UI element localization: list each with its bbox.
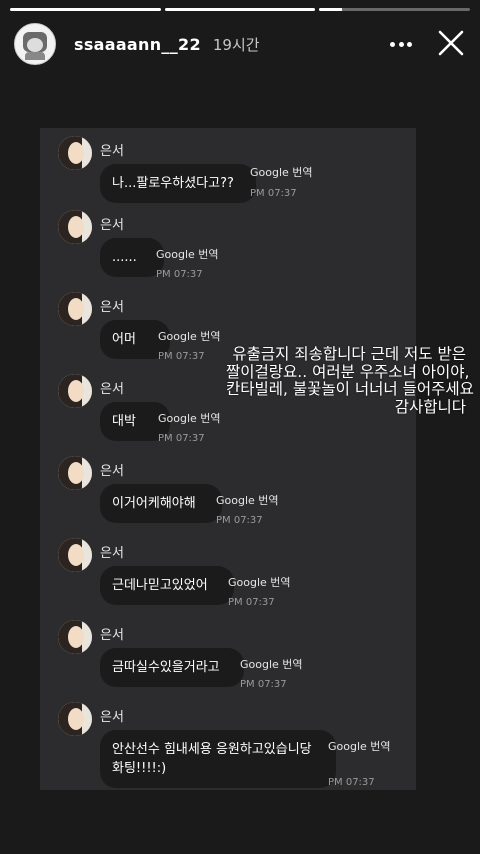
profile-photo[interactable] [58, 538, 92, 572]
progress-fill [319, 8, 342, 11]
profile-photo[interactable] [58, 702, 92, 736]
more-dots-icon[interactable] [390, 34, 412, 54]
sender-name: 은서 [100, 382, 124, 397]
message-bubble[interactable]: 안산선수 힘내세용 응원하고있습니당 화팅!!!!:) [100, 730, 336, 788]
close-icon[interactable] [436, 28, 466, 58]
progress-fill [164, 8, 316, 11]
google-translate-link[interactable]: Google 번역 [216, 492, 279, 508]
message-timestamp: PM 07:37 [158, 433, 205, 444]
sender-name: 은서 [100, 464, 124, 479]
profile-photo[interactable] [58, 374, 92, 408]
message-timestamp: PM 07:37 [328, 777, 375, 788]
story-header: ssaaaann__22 19시간 [14, 22, 466, 66]
message-timestamp: PM 07:37 [240, 679, 287, 690]
profile-photo[interactable] [58, 292, 92, 326]
profile-photo[interactable] [58, 136, 92, 170]
profile-photo[interactable] [58, 210, 92, 244]
progress-segment [319, 8, 471, 11]
profile-photo[interactable] [58, 620, 92, 654]
message-bubble[interactable]: 나...팔로우하셨다고?? [100, 164, 256, 203]
google-translate-link[interactable]: Google 번역 [158, 410, 221, 426]
google-translate-link[interactable]: Google 번역 [228, 574, 291, 590]
message-bubble[interactable]: 근데나믿고있었어 [100, 566, 234, 605]
username[interactable]: ssaaaann__22 [74, 35, 201, 54]
message-timestamp: PM 07:37 [158, 351, 205, 362]
sender-name: 은서 [100, 144, 124, 159]
message-timestamp: PM 07:37 [156, 269, 203, 280]
avatar-shape [25, 52, 45, 60]
sender-name: 은서 [100, 546, 124, 561]
google-translate-link[interactable]: Google 번역 [158, 328, 221, 344]
progress-fill [10, 8, 161, 11]
progress-segment [164, 8, 316, 11]
profile-photo[interactable] [58, 456, 92, 490]
sender-name: 은서 [100, 710, 124, 725]
message-timestamp: PM 07:37 [216, 515, 263, 526]
sender-name: 은서 [100, 218, 124, 233]
story-text-overlay: 유출금지 죄송합니다 근데 저도 받은 짤이걸랑요.. 여러분 우주소녀 아이야… [226, 345, 474, 416]
avatar-shape [27, 38, 43, 52]
overlay-line: 짤이걸랑요.. 여러분 우주소녀 아이야, [226, 362, 470, 381]
message-bubble[interactable]: 이거어케해야해 [100, 484, 222, 523]
message-timestamp: PM 07:37 [228, 597, 275, 608]
message-timestamp: PM 07:37 [250, 188, 297, 199]
progress-segment [10, 8, 161, 11]
overlay-line: 칸타빌레, 불꽃놀이 너너너 들어주세요 [226, 380, 474, 398]
google-translate-link[interactable]: Google 번역 [328, 738, 391, 754]
sender-name: 은서 [100, 628, 124, 643]
google-translate-link[interactable]: Google 번역 [156, 246, 219, 262]
story-progress-bar [10, 8, 471, 11]
message-bubble[interactable]: 금따실수있을거라고 [100, 648, 244, 687]
google-translate-link[interactable]: Google 번역 [240, 656, 303, 672]
time-ago: 19시간 [212, 35, 260, 54]
google-translate-link[interactable]: Google 번역 [250, 164, 313, 180]
overlay-line: 유출금지 죄송합니다 근데 저도 받은 [232, 345, 466, 363]
chat-screenshot: 은서 나...팔로우하셨다고?? Google 번역 PM 07:37 은서......… [40, 128, 416, 790]
avatar[interactable] [14, 23, 56, 65]
message-bubble[interactable]: ...... [100, 238, 164, 277]
overlay-line: 감사합니다 [394, 397, 466, 416]
sender-name: 은서 [100, 300, 124, 315]
